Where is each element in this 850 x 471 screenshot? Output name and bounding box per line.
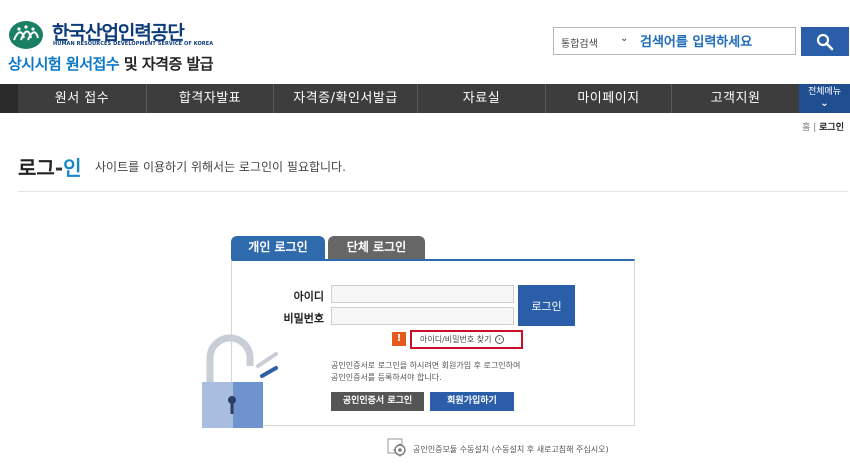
- chevron-down-icon: ⌄: [820, 98, 829, 109]
- page-title-part-a: 로그: [18, 156, 55, 180]
- id-label: 아이디: [293, 290, 324, 303]
- subtitle-highlight: 상시시험 원서접수: [8, 55, 120, 73]
- password-input[interactable]: [331, 307, 514, 325]
- settings-gear-icon: [387, 438, 406, 457]
- padlock-icon: [202, 334, 278, 428]
- nav-item-support[interactable]: 고객지원: [671, 84, 799, 113]
- certificate-note-line1: 공인인증서로 로그인을 하시려면 회원가입 후 로그인하여: [331, 361, 521, 370]
- breadcrumb-separator: |: [813, 123, 817, 133]
- tab-group-login[interactable]: 단체 로그인: [328, 236, 425, 259]
- chevron-down-icon[interactable]: ⌄: [620, 33, 628, 44]
- page-description: 사이트를 이용하기 위해서는 로그인이 필요합니다.: [95, 160, 346, 174]
- chevron-right-icon: ›: [495, 335, 505, 344]
- signup-button[interactable]: 회원가입하기: [430, 392, 514, 411]
- search-button[interactable]: [801, 27, 849, 56]
- subtitle-rest: 및 자격증 발급: [119, 55, 214, 73]
- search-icon: [816, 33, 834, 50]
- page-title-part-b: 인: [63, 156, 82, 180]
- search-box: 통합검색 ⌄: [553, 27, 796, 55]
- org-name-english: HUMAN RESOURCES DEVELOPMENT SERVICE OF K…: [53, 41, 214, 47]
- certificate-login-button[interactable]: 공인인증서 로그인: [331, 392, 424, 411]
- id-input[interactable]: [331, 285, 514, 303]
- page-title: 로그-인: [18, 152, 82, 181]
- all-menu-button[interactable]: 전체메뉴 ⌄: [799, 84, 850, 113]
- breadcrumb-current: 로그인: [819, 123, 844, 133]
- nav-item-certificate[interactable]: 자격증/확인서발급: [273, 84, 417, 113]
- find-id-password-link[interactable]: 아이디/비밀번호 찾기 ›: [410, 330, 523, 349]
- search-scope-select[interactable]: 통합검색: [561, 35, 598, 50]
- hrdk-logo-icon[interactable]: [8, 20, 44, 50]
- find-id-password-label: 아이디/비밀번호 찾기: [420, 335, 492, 344]
- nav-item-resources[interactable]: 자료실: [417, 84, 545, 113]
- nav-item-results[interactable]: 합격자발표: [146, 84, 273, 113]
- tab-personal-login[interactable]: 개인 로그인: [231, 236, 325, 259]
- page-title-dash: -: [54, 156, 64, 180]
- breadcrumb-home[interactable]: 홈: [802, 123, 810, 133]
- search-input[interactable]: [640, 32, 790, 52]
- certificate-note-line2: 공인인증서를 등록하셔야 합니다.: [331, 373, 442, 382]
- nav-item-mypage[interactable]: 마이페이지: [545, 84, 671, 113]
- manual-install-label: 공인인증모듈 수동설치 (수동설치 후 새로고침해 주십시오): [413, 445, 609, 454]
- login-button[interactable]: 로그인: [518, 285, 575, 326]
- main-nav: 원서 접수 합격자발표 자격증/확인서발급 자료실 마이페이지 고객지원: [0, 84, 850, 113]
- divider: [18, 191, 848, 192]
- breadcrumb: 홈 | 로그인: [802, 120, 844, 133]
- alert-icon: !: [392, 332, 406, 346]
- certificate-note: 공인인증서로 로그인을 하시려면 회원가입 후 로그인하여 공인인증서를 등록하…: [331, 360, 520, 384]
- site-subtitle: 상시시험 원서접수 및 자격증 발급: [8, 53, 214, 74]
- nav-item-application[interactable]: 원서 접수: [18, 84, 146, 113]
